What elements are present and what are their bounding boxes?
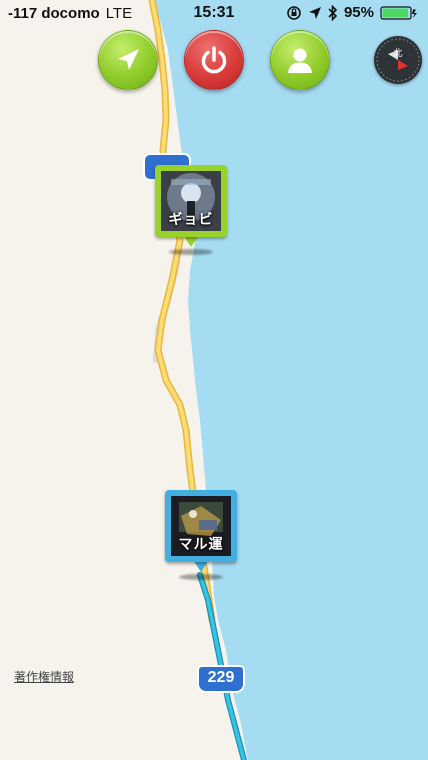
rotation-lock-icon	[287, 5, 301, 20]
route-number: 229	[207, 669, 235, 686]
route-shield: 229	[196, 664, 246, 694]
pin-photo: ギョビ	[161, 171, 221, 231]
battery-icon	[380, 5, 417, 20]
current-location-button[interactable]	[98, 30, 158, 90]
person-icon	[288, 48, 312, 73]
pin-shadow	[179, 574, 223, 580]
user-profile-button[interactable]	[270, 30, 330, 90]
navigation-arrow-icon	[118, 49, 139, 70]
pin-label: マル運	[178, 536, 224, 552]
status-icons: 95%	[286, 4, 418, 21]
compass-icon: 北	[376, 38, 420, 82]
pin-shadow	[169, 249, 213, 255]
location-arrow-icon	[308, 6, 321, 19]
compass-button[interactable]: 北	[374, 36, 422, 84]
power-icon	[201, 46, 227, 74]
power-button[interactable]	[184, 30, 244, 90]
battery-percent: 95%	[343, 4, 374, 21]
bluetooth-icon	[328, 4, 338, 21]
map-canvas[interactable]	[0, 0, 428, 760]
map-pin-friend[interactable]: マル運	[165, 490, 237, 580]
copyright-link[interactable]: 著作権情報	[14, 668, 74, 685]
map-screen: -117 docomo LTE 15:31 95% ギョビ マル運 229 著作…	[0, 0, 428, 760]
pin-frame: マル運	[165, 490, 237, 562]
pin-frame: ギョビ	[155, 165, 227, 237]
pin-photo: マル運	[171, 496, 231, 556]
status-bar: -117 docomo LTE 15:31 95%	[0, 0, 428, 28]
pin-label: ギョビ	[168, 211, 214, 227]
map-pin-user[interactable]: ギョビ	[155, 165, 227, 255]
